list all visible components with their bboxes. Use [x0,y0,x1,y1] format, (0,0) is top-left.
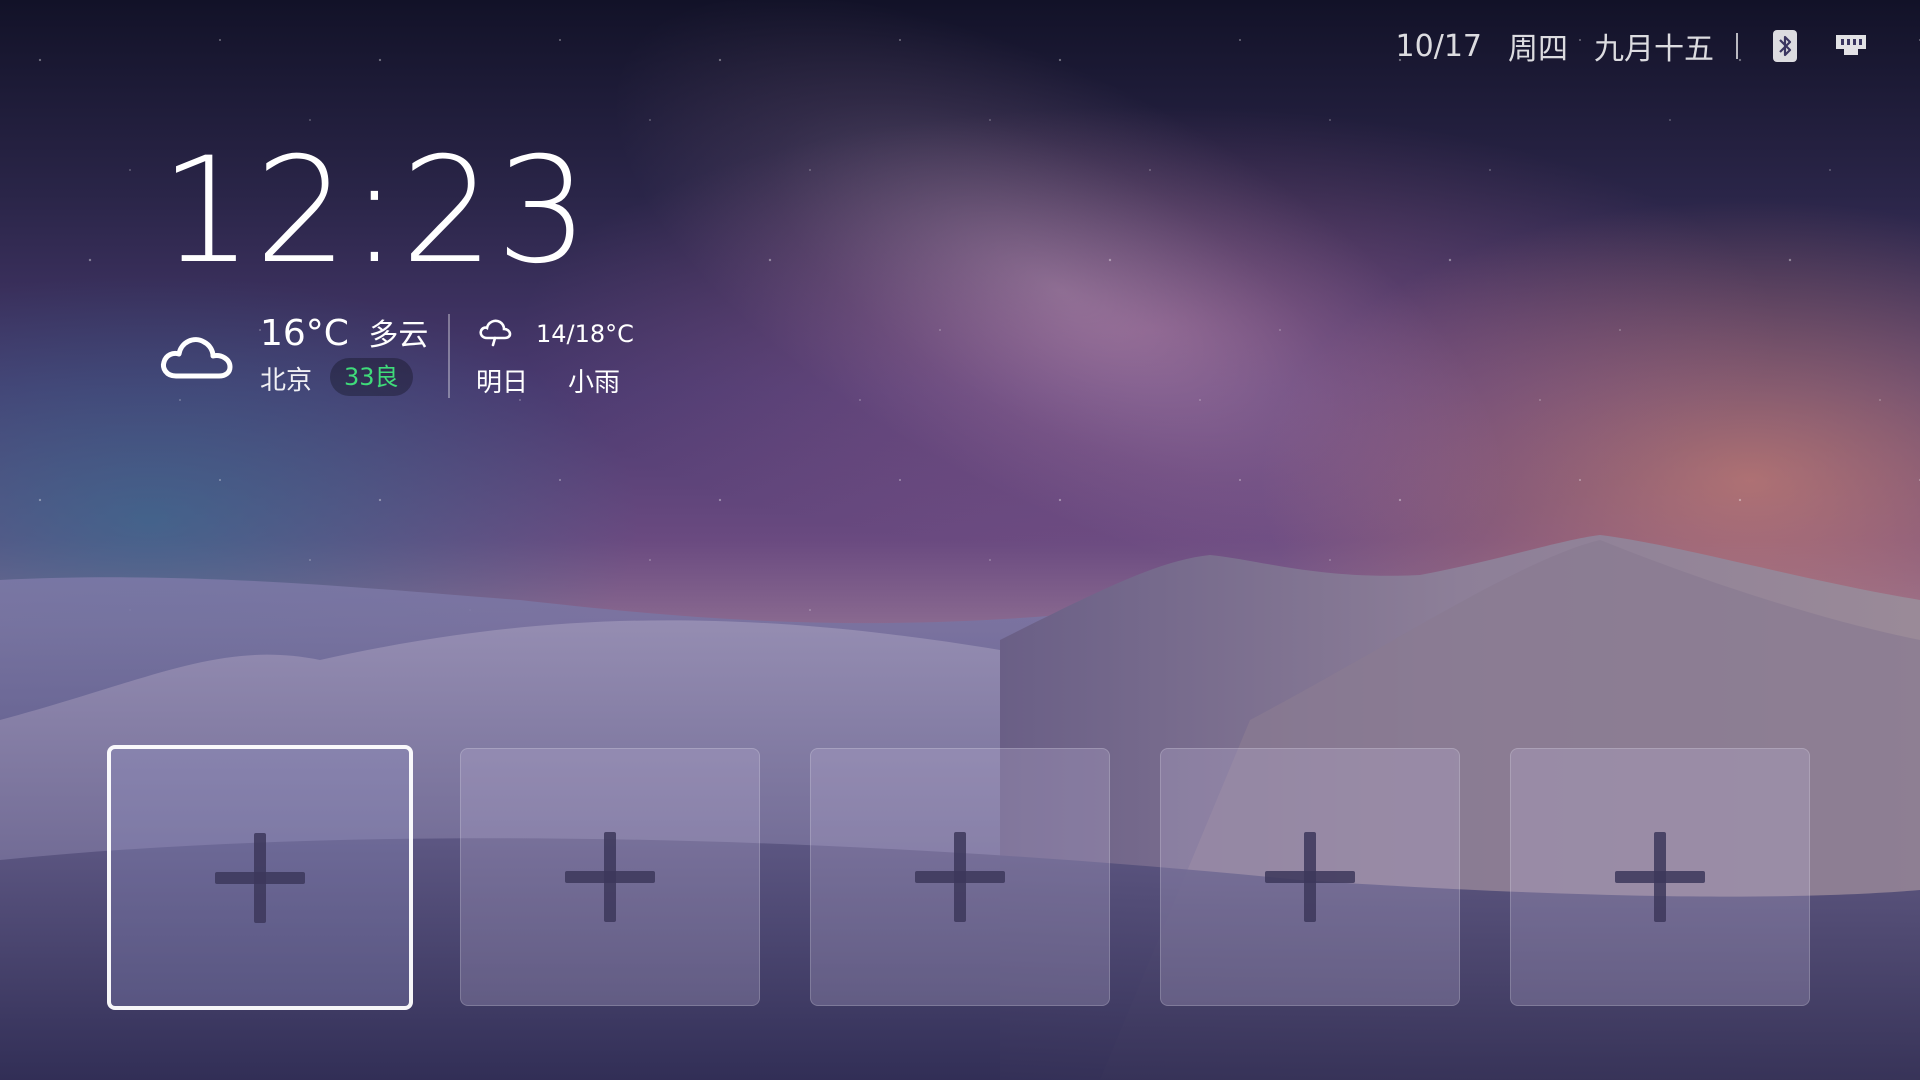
clock-time: 12:23 [160,126,591,296]
status-bar: 10/17 周四 九月十五 [1396,24,1868,68]
rain-cloud-icon [479,319,512,347]
cloud-icon [161,337,233,379]
bluetooth-icon [1773,30,1797,62]
plus-icon [1615,832,1705,922]
city-label: 北京 [260,366,313,396]
plus-icon [915,832,1005,922]
current-condition: 多云 [368,318,429,353]
plus-icon [565,832,655,922]
current-temp-value: 16°C [260,313,349,354]
date-label: 10/17 [1395,28,1482,64]
tomorrow-condition: 小雨 [568,368,621,398]
current-temperature: 16°C 多云 [260,310,428,354]
tomorrow-label: 明日 [476,368,529,398]
tomorrow-temp-range: 14/18°C [536,320,634,348]
status-divider [1736,33,1738,59]
plus-icon [1265,832,1355,922]
weekday-label: 周四 [1508,32,1568,67]
add-shortcut-tile-2[interactable] [460,748,760,1006]
add-shortcut-tile-3[interactable] [810,748,1110,1006]
lunar-date-label: 九月十五 [1594,32,1714,67]
home-screen: 10/17 周四 九月十五 12:23 16°C 多云 北京 33良 14/18… [0,0,1920,1080]
aqi-badge: 33良 [330,358,413,396]
add-shortcut-tile-1[interactable] [107,745,413,1010]
add-shortcut-tile-4[interactable] [1160,748,1460,1006]
add-shortcut-tile-5[interactable] [1510,748,1810,1006]
plus-icon [215,832,305,923]
weather-divider [448,314,450,398]
ethernet-icon [1836,35,1866,55]
